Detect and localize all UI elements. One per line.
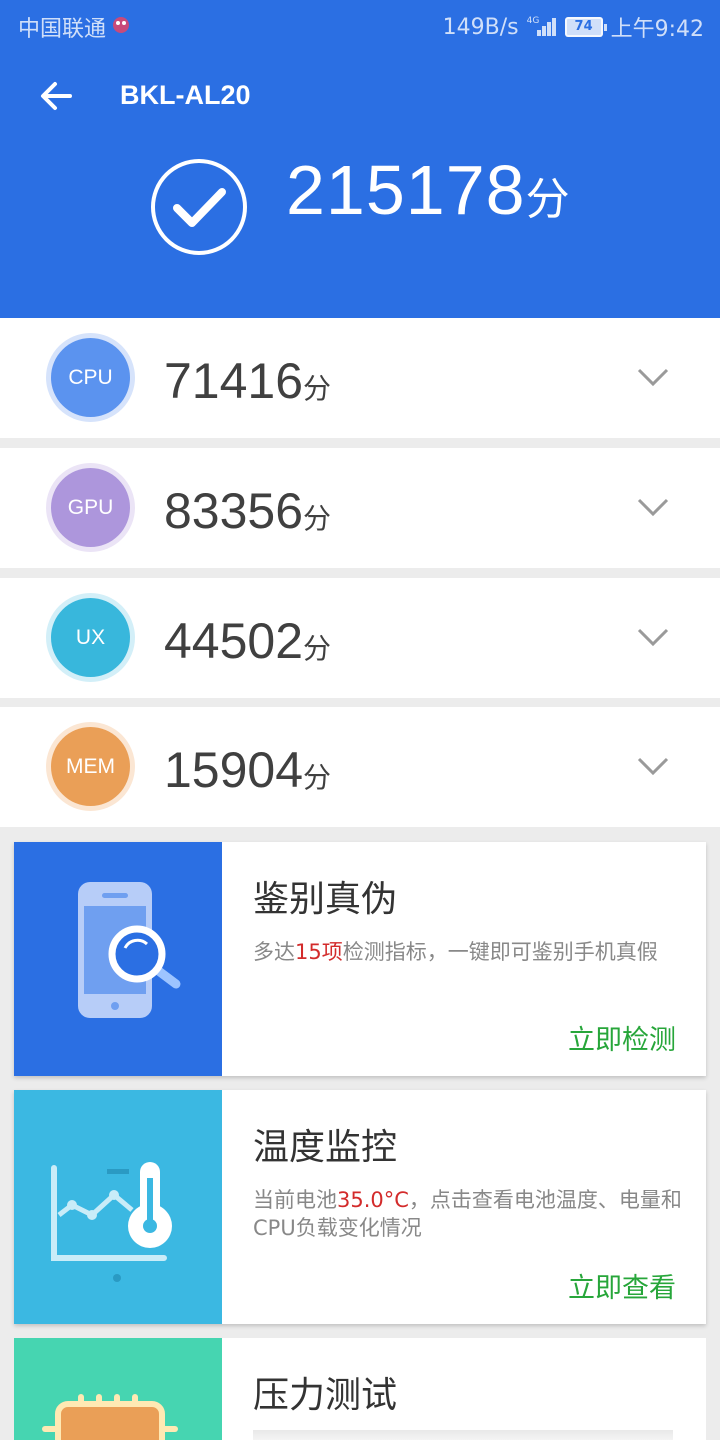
mem-score: 15904分	[164, 741, 331, 799]
score-row-cpu[interactable]: CPU 71416分	[0, 318, 720, 438]
score-unit: 分	[303, 373, 332, 404]
device-name: BKL-AL20	[120, 80, 251, 110]
checkmark-circle-icon	[150, 158, 248, 256]
card-description-cutoff	[253, 1430, 673, 1440]
gpu-score-value: 83356	[164, 483, 304, 539]
total-score-value: 215178	[286, 151, 526, 229]
desc-highlight: 35.0°C	[337, 1188, 409, 1212]
battery-icon: 74	[564, 17, 607, 37]
total-score: 215178分	[286, 150, 571, 230]
cpu-badge: CPU	[51, 338, 130, 417]
card-temperature-monitor[interactable]: 温度监控 当前电池35.0°C，点击查看电池温度、电量和CPU负载变化情况 立即…	[14, 1090, 706, 1324]
ux-score-value: 44502	[164, 613, 304, 669]
notification-icon	[110, 13, 132, 41]
gpu-badge: GPU	[51, 468, 130, 547]
thermometer-chart-icon	[14, 1090, 222, 1324]
signal-icon: 4G	[527, 16, 557, 38]
score-row-gpu[interactable]: GPU 83356分	[0, 448, 720, 568]
card-description: 当前电池35.0°C，点击查看电池温度、电量和CPU负载变化情况	[253, 1186, 683, 1242]
gpu-score: 83356分	[164, 482, 331, 540]
score-row-ux[interactable]: UX 44502分	[0, 578, 720, 698]
card-title: 压力测试	[253, 1375, 398, 1416]
desc-highlight: 15项	[295, 940, 343, 964]
mem-badge: MEM	[51, 727, 130, 806]
score-row-mem[interactable]: MEM 15904分	[0, 707, 720, 827]
ux-badge: UX	[51, 598, 130, 677]
phone-search-icon	[14, 842, 222, 1076]
chevron-down-icon[interactable]	[636, 366, 670, 388]
desc-text: 多达	[253, 940, 295, 964]
card-title: 鉴别真伪	[253, 879, 398, 920]
carrier-name: 中国联通	[18, 17, 107, 42]
total-score-unit: 分	[525, 175, 571, 224]
chevron-down-icon[interactable]	[636, 626, 670, 648]
check-now-link[interactable]: 立即检测	[568, 1018, 676, 1057]
cpu-score: 71416分	[164, 352, 331, 410]
score-unit: 分	[303, 503, 332, 534]
back-arrow-icon[interactable]	[36, 76, 76, 116]
chevron-down-icon[interactable]	[636, 755, 670, 777]
network-type: 4G	[526, 16, 540, 26]
clock: 上午9:42	[610, 17, 704, 42]
chevron-down-icon[interactable]	[636, 496, 670, 518]
status-bar: 中国联通 149B/s 4G 74 上午9:42	[0, 0, 720, 50]
desc-text: 当前电池	[253, 1188, 337, 1212]
chip-icon	[14, 1338, 222, 1440]
cpu-score-value: 71416	[164, 353, 304, 409]
card-title: 温度监控	[253, 1127, 398, 1168]
card-description: 多达15项检测指标，一键即可鉴别手机真假	[253, 938, 683, 966]
score-unit: 分	[303, 633, 332, 664]
score-unit: 分	[303, 762, 332, 793]
desc-text: 检测指标，一键即可鉴别手机真假	[342, 940, 658, 964]
card-authenticity-check[interactable]: 鉴别真伪 多达15项检测指标，一键即可鉴别手机真假 立即检测	[14, 842, 706, 1076]
mem-score-value: 15904	[164, 742, 304, 798]
view-now-link[interactable]: 立即查看	[568, 1266, 676, 1305]
ux-score: 44502分	[164, 612, 331, 670]
header: 中国联通 149B/s 4G 74 上午9:42 BKL-AL20 215178…	[0, 0, 720, 318]
card-stress-test[interactable]: 压力测试	[14, 1338, 706, 1440]
net-speed: 149B/s	[442, 14, 519, 40]
